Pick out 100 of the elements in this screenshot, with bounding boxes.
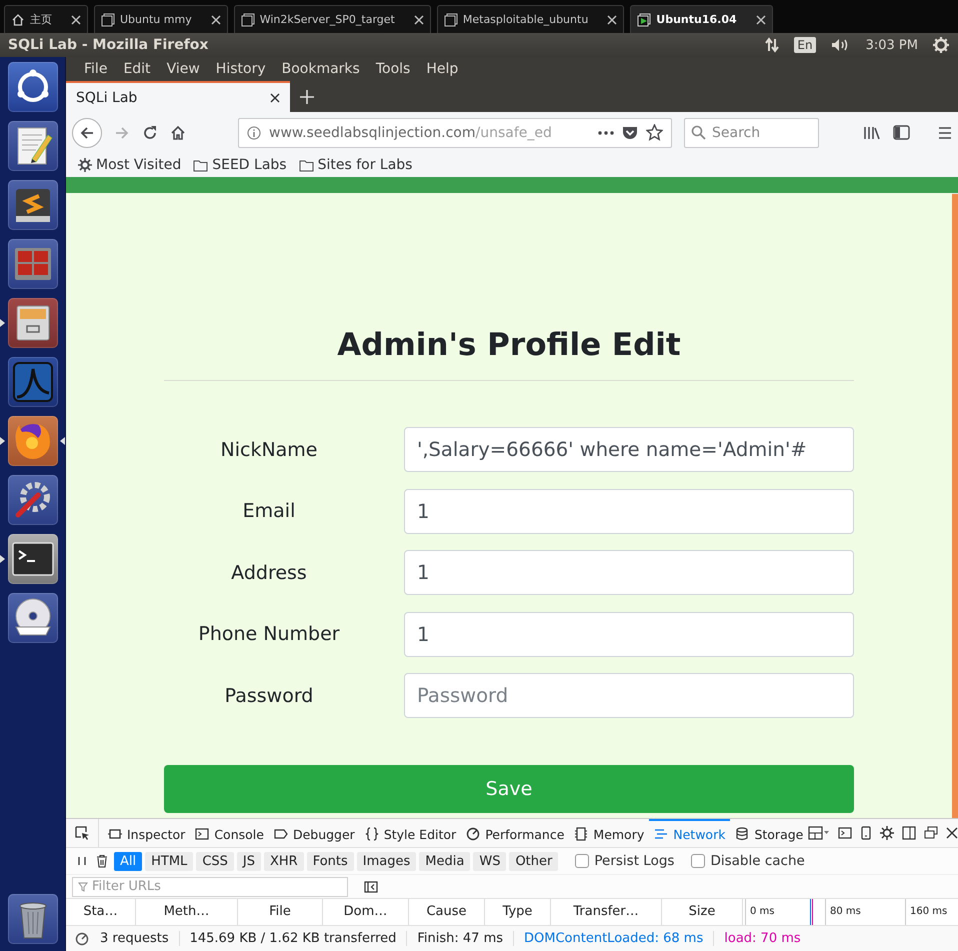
element-picker-icon[interactable] (74, 825, 90, 842)
home-icon (11, 12, 25, 26)
more-icon[interactable] (598, 130, 614, 134)
devtools-tab[interactable]: Console (190, 819, 269, 848)
column-header[interactable]: Cause (409, 899, 485, 926)
menu-item[interactable]: View (158, 61, 208, 77)
close-icon[interactable] (756, 14, 766, 24)
vm-copy-icon (240, 12, 255, 26)
network-arrows-icon[interactable] (764, 37, 780, 53)
close-icon[interactable] (607, 14, 618, 24)
star-icon[interactable] (646, 124, 663, 141)
devtools-tab[interactable]: Network (649, 819, 730, 848)
vm-tab[interactable]: 主页 (4, 5, 88, 33)
performance-icon[interactable] (74, 930, 90, 947)
input-field[interactable]: 1 (404, 550, 854, 595)
scrollbar[interactable] (952, 193, 958, 818)
vm-tab[interactable]: Metasploitable_ubuntu (436, 5, 624, 33)
input-field[interactable]: 1 (404, 612, 854, 656)
filter-button[interactable]: CSS (196, 852, 234, 871)
address-field[interactable]: www.seedlabsqlinjection.com/unsafe_ed (238, 118, 672, 148)
menu-item[interactable]: Tools (368, 61, 418, 77)
split-screen-icon[interactable] (8, 239, 58, 289)
input-field[interactable]: 1 (404, 488, 854, 534)
bookmark[interactable]: Most Visited (78, 157, 182, 173)
close-icon[interactable] (210, 14, 221, 24)
filter-button[interactable]: All (114, 852, 142, 871)
load-time: load: 70 ms (723, 931, 802, 946)
filter-button[interactable]: WS (473, 852, 506, 871)
bookmark[interactable]: SEED Labs (193, 157, 287, 173)
bookmark[interactable]: Sites for Labs (298, 157, 412, 173)
column-header[interactable]: Sta… (66, 899, 136, 926)
file-cabinet-icon[interactable] (8, 298, 58, 348)
column-header[interactable]: Dom… (323, 899, 409, 926)
clock[interactable]: 3:03 PM (866, 38, 918, 52)
info-icon[interactable] (247, 126, 261, 140)
input-field[interactable]: Password (404, 673, 854, 718)
column-header[interactable]: Type (485, 899, 551, 926)
close-icon[interactable] (270, 92, 280, 102)
dom-loaded-time: DOMContentLoaded: 68 ms (514, 931, 714, 946)
terminal-icon[interactable] (8, 534, 58, 584)
checkbox[interactable] (575, 854, 590, 868)
back-button[interactable] (72, 118, 102, 148)
close-icon[interactable] (71, 14, 81, 24)
notepad-pencil-icon[interactable] (8, 121, 58, 171)
filter-button[interactable]: Media (419, 852, 470, 871)
keyboard-layout-indicator[interactable]: En (794, 37, 816, 53)
sidebar-toggle-icon[interactable] (364, 880, 378, 894)
column-header[interactable]: Size (662, 899, 743, 926)
column-header[interactable]: File (238, 899, 323, 926)
search-field[interactable]: Search (684, 118, 819, 148)
vm-copy-icon (444, 12, 458, 26)
layout-dropdown-icon[interactable] (808, 826, 830, 840)
separate-window-icon[interactable] (924, 826, 938, 840)
devtools-tab[interactable]: Memory (569, 819, 650, 848)
browser-tab[interactable]: SQLi Lab (66, 81, 290, 112)
devtools-tab[interactable]: Debugger (268, 819, 360, 848)
close-icon[interactable] (414, 14, 424, 24)
new-tab-icon[interactable] (300, 90, 314, 104)
vm-tab[interactable]: Ubuntu16.04 (630, 5, 773, 33)
fox-globe-icon[interactable] (8, 416, 58, 466)
app-box-icon[interactable] (8, 180, 58, 230)
vm-tab[interactable]: Ubuntu mmy (94, 5, 228, 33)
menu-icon[interactable] (938, 126, 952, 140)
column-header[interactable]: Transfer… (551, 899, 662, 926)
field-label: Password (224, 684, 314, 706)
filter-button[interactable]: Fonts (306, 852, 354, 871)
filter-button[interactable]: HTML (145, 852, 194, 871)
filter-button[interactable]: JS (236, 852, 261, 871)
responsive-icon[interactable] (860, 826, 872, 840)
devtools-tab[interactable]: Style Editor (360, 819, 462, 848)
trash-icon[interactable] (8, 894, 58, 944)
filter-button[interactable]: XHR (264, 852, 304, 871)
filter-button[interactable]: Images (356, 852, 416, 871)
wrench-gear-icon[interactable] (8, 475, 58, 525)
close-icon[interactable] (946, 827, 958, 840)
dock-side-icon[interactable] (902, 826, 916, 840)
reload-icon[interactable] (142, 124, 158, 140)
dash-icon[interactable] (8, 62, 58, 112)
vm-running-icon (637, 12, 652, 26)
home-icon[interactable] (170, 124, 186, 140)
column-header[interactable]: Meth… (136, 899, 238, 926)
input-field[interactable]: ',Salary=66666' where name='Admin'# (404, 427, 854, 472)
menu-item[interactable]: Edit (115, 61, 159, 77)
devtools-tab[interactable]: Performance (461, 819, 570, 848)
checkbox[interactable] (691, 854, 706, 868)
devtools-tab[interactable]: Storage (730, 819, 808, 848)
settings-icon[interactable] (880, 826, 894, 840)
menu-item[interactable]: File (76, 61, 116, 77)
library-icon[interactable] (863, 124, 881, 140)
fin-wave-icon[interactable] (8, 357, 58, 407)
menu-item[interactable]: History (208, 61, 274, 77)
menu-item[interactable]: Bookmarks (274, 61, 368, 77)
menu-item[interactable]: Help (418, 61, 466, 77)
pocket-icon[interactable] (622, 125, 638, 140)
filter-button[interactable]: Other (509, 852, 558, 871)
devtools-tab[interactable]: Inspector (103, 819, 190, 848)
sidebar-icon[interactable] (893, 125, 910, 140)
console-toggle-icon[interactable] (838, 826, 852, 840)
vm-tab[interactable]: Win2kServer_SP0_target (234, 5, 431, 33)
timeline-tick: 160 ms (905, 899, 948, 926)
